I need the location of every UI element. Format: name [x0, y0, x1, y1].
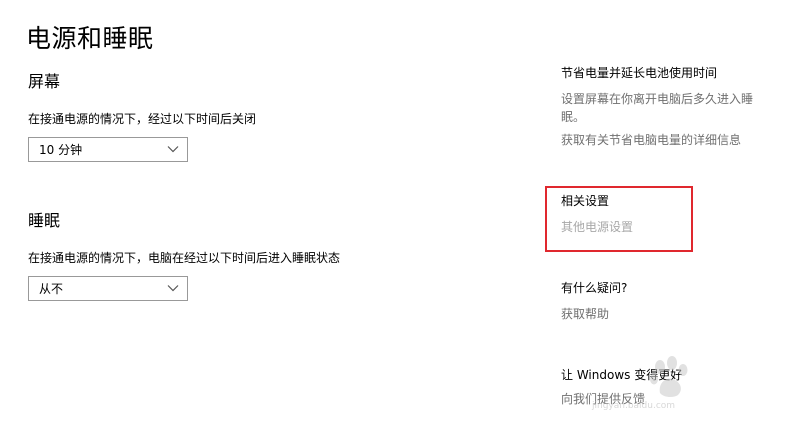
sleep-timeout-value: 从不 [39, 282, 64, 296]
help-heading: 有什么疑问? [561, 281, 628, 295]
get-help-link[interactable]: 获取帮助 [561, 305, 609, 323]
battery-text-line1: 设置屏幕在你离开电脑后多久进入睡 [561, 92, 754, 106]
battery-text-line2: 眠。 [561, 110, 586, 124]
sleep-description: 在接通电源的情况下，电脑在经过以下时间后进入睡眠状态 [28, 251, 341, 265]
paw-logo-icon [650, 356, 688, 398]
watermark-url: jingyan.baidu.com [592, 401, 676, 411]
baidu-jingyan-watermark: jingyan.baidu.com [590, 355, 750, 411]
screen-timeout-value: 10 分钟 [39, 143, 83, 157]
sleep-timeout-dropdown[interactable]: 从不 [28, 276, 188, 301]
related-settings-heading: 相关设置 [561, 194, 610, 208]
page-title: 电源和睡眠 [26, 24, 154, 53]
battery-details-link[interactable]: 获取有关节省电脑电量的详细信息 [561, 131, 741, 149]
screen-heading: 屏幕 [28, 72, 61, 91]
screen-timeout-dropdown[interactable]: 10 分钟 [28, 137, 188, 162]
chevron-down-icon [167, 285, 179, 292]
chevron-down-icon [167, 146, 179, 153]
additional-power-settings-link[interactable]: 其他电源设置 [561, 218, 633, 236]
battery-heading: 节省电量并延长电池使用时间 [561, 66, 718, 80]
sleep-heading: 睡眠 [28, 211, 61, 230]
screen-description: 在接通电源的情况下，经过以下时间后关闭 [28, 112, 257, 126]
